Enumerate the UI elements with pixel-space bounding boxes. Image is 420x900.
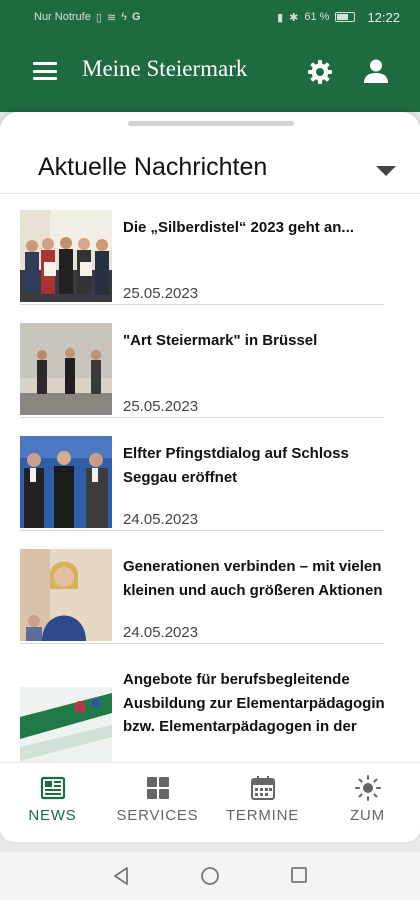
news-date: 25.05.2023	[123, 398, 199, 415]
news-item[interactable]: Generationen verbinden – mit vielen klei…	[0, 549, 420, 662]
news-thumbnail	[20, 210, 112, 302]
caret-down-icon[interactable]	[376, 166, 396, 176]
carrier-text: Nur Notrufe	[34, 11, 91, 23]
news-icon	[40, 776, 66, 800]
news-date: 25.05.2023	[123, 285, 199, 302]
news-item[interactable]: Angebote für berufsbegleitende Ausbildun…	[0, 662, 420, 779]
news-thumbnail	[20, 436, 112, 528]
news-title: Elfter Pfingstdialog auf Schloss Seggau …	[123, 445, 349, 486]
divider	[20, 530, 384, 531]
back-icon[interactable]	[112, 866, 130, 886]
news-list: Die „Silberdistel“ 2023 geht an... 25.05…	[0, 210, 420, 779]
divider	[20, 643, 384, 644]
status-bar: Nur Notrufe ▯ ≋ ϟ G ▮ ✱ 61 % 12:22	[0, 0, 420, 34]
news-title: Die „Silberdistel“ 2023 geht an...	[123, 219, 354, 236]
nav-news[interactable]: NEWS	[0, 763, 105, 842]
news-date: 24.05.2023	[123, 624, 199, 641]
nav-services-label: SERVICES	[116, 807, 199, 824]
gear-icon[interactable]	[306, 58, 334, 86]
bluetooth-icon: ✱	[289, 11, 299, 24]
grid-icon	[147, 777, 169, 799]
divider	[20, 304, 384, 305]
nav-services[interactable]: SERVICES	[105, 763, 210, 842]
news-thumbnail	[20, 549, 112, 641]
sun-icon	[355, 775, 381, 801]
app-bar: Meine Steiermark	[0, 34, 420, 112]
calendar-icon	[251, 776, 275, 800]
news-item[interactable]: "Art Steiermark" in Brüssel 25.05.2023	[0, 323, 420, 436]
news-item[interactable]: Die „Silberdistel“ 2023 geht an... 25.05…	[0, 210, 420, 323]
section-title: Aktuelle Nachrichten	[38, 153, 268, 181]
wifi-icon: ≋	[106, 11, 117, 24]
home-icon[interactable]	[200, 866, 220, 886]
system-navigation-bar	[0, 852, 420, 900]
news-item[interactable]: Elfter Pfingstdialog auf Schloss Seggau …	[0, 436, 420, 549]
news-title: Angebote für berufsbegleitende Ausbildun…	[123, 671, 385, 735]
vibrate-icon: ▮	[277, 11, 284, 24]
battery-text: 61 %	[304, 11, 330, 23]
news-thumbnail	[20, 323, 112, 415]
section-header: Aktuelle Nachrichten	[0, 126, 420, 194]
recents-icon[interactable]	[290, 866, 308, 884]
nav-zum[interactable]: ZUM	[315, 763, 420, 842]
user-icon[interactable]	[362, 57, 390, 85]
nav-termine-label: TERMINE	[225, 807, 300, 824]
news-title: Generationen verbinden – mit vielen klei…	[123, 558, 383, 599]
news-sheet: Aktuelle Nachrichten Die „Silberdistel“ …	[0, 112, 420, 842]
sim-icon: ▯	[95, 11, 102, 24]
nav-zum-label: ZUM	[350, 807, 385, 824]
news-title: "Art Steiermark" in Brüssel	[123, 332, 318, 349]
divider	[20, 417, 384, 418]
menu-icon[interactable]	[33, 62, 57, 80]
nav-news-label: NEWS	[28, 807, 77, 824]
g-icon: G	[131, 11, 141, 23]
news-date: 24.05.2023	[123, 511, 199, 528]
battery-icon	[335, 12, 356, 22]
app-title: Meine Steiermark	[82, 56, 248, 81]
clock: 12:22	[367, 9, 400, 25]
bottom-navigation: NEWS SERVICES TERMINE ZUM	[0, 762, 420, 842]
data-saver-icon: ϟ	[121, 11, 127, 23]
nav-termine[interactable]: TERMINE	[210, 763, 315, 842]
